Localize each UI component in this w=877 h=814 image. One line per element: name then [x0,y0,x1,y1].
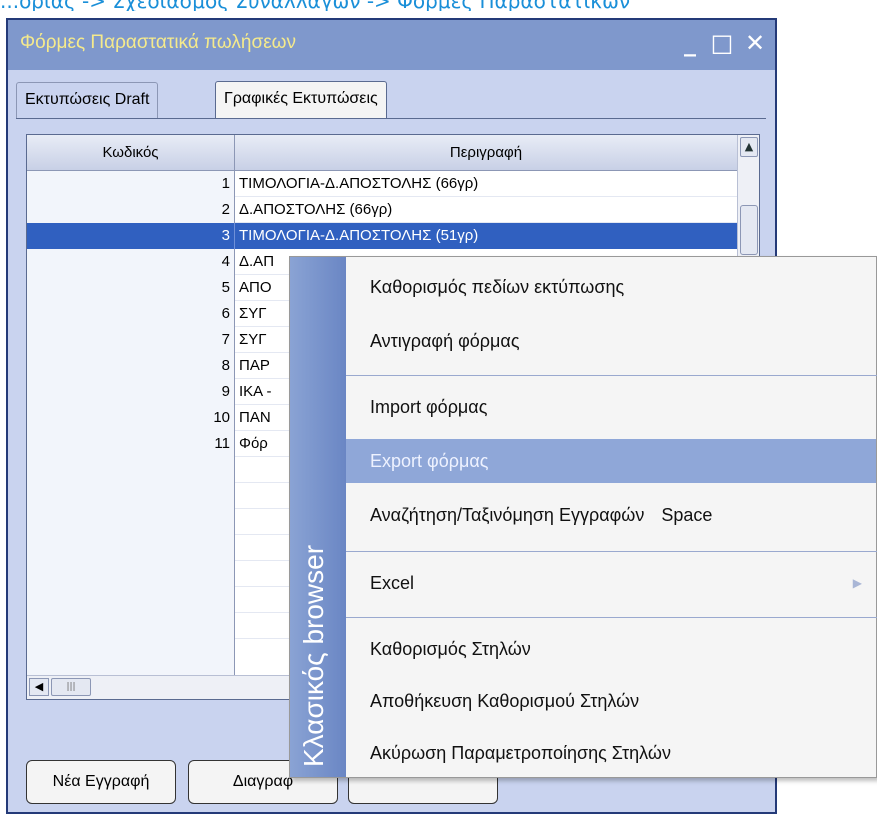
menu-separator [346,375,877,376]
row-code [27,535,235,561]
row-code: 1 [27,171,235,197]
menu-item-reset-columns[interactable]: Ακύρωση Παραμετροποίησης Στηλών [346,731,876,775]
row-code [27,561,235,587]
window-title: Φόρμες Παραστατικά πωλήσεων [20,32,297,53]
menu-item-label: Αποθήκευση Καθορισμού Στηλών [370,691,640,711]
minimize-button[interactable]: _ [676,28,704,58]
row-code [27,509,235,535]
row-code: 6 [27,301,235,327]
row-code: 8 [27,353,235,379]
table-row[interactable]: 1 ΤΙΜΟΛΟΓΙΑ-Δ.ΑΠΟΣΤΟΛΗΣ (66γρ) [27,171,737,197]
menu-item-excel[interactable]: Excel ▶ [346,561,876,605]
menu-item-copy-form[interactable]: Αντιγραφή φόρμας [346,319,876,363]
context-menu-strip-label: Κλασικός browser [298,544,329,767]
row-code: 5 [27,275,235,301]
menu-item-search-sort[interactable]: Αναζήτηση/Ταξινόμηση Εγγραφών Space [346,493,876,537]
row-code: 4 [27,249,235,275]
row-code [27,587,235,613]
menu-item-label: Αντιγραφή φόρμας [370,331,520,351]
menu-item-label: Αναζήτηση/Ταξινόμηση Εγγραφών [370,505,645,525]
new-record-label: Νέα Εγγραφή [52,773,150,790]
row-code: 11 [27,431,235,457]
context-menu: Κλασικός browser Καθορισμός πεδίων εκτύπ… [289,256,877,778]
scroll-thumb[interactable] [740,205,758,255]
scroll-up-icon[interactable]: ▲ [740,137,758,157]
new-record-button[interactable]: Νέα Εγγραφή [26,760,176,804]
row-description: Δ.ΑΠΟΣΤΟΛΗΣ (66γρ) [239,201,393,218]
menu-item-label: Excel [370,573,415,593]
tab-draft-prints[interactable]: Εκτυπώσεις Draft [16,82,159,118]
row-code: 3 [27,223,235,249]
row-code: 2 [27,197,235,223]
row-code [27,483,235,509]
delete-label: Διαγραφ [232,773,294,790]
submenu-arrow-icon: ▶ [852,576,862,590]
menu-item-save-columns[interactable]: Αποθήκευση Καθορισμού Στηλών [346,679,876,723]
menu-separator [346,551,877,552]
menu-item-label: Ακύρωση Παραμετροποίησης Στηλών [370,743,671,763]
maximize-button[interactable]: □ [708,28,736,58]
column-header-code[interactable]: Κωδικός [27,135,235,171]
tab-graphic-prints[interactable]: Γραφικές Εκτυπώσεις [215,81,387,119]
row-code: 7 [27,327,235,353]
menu-item-export-form[interactable]: Export φόρμας [346,439,876,483]
row-code [27,639,235,675]
row-code [27,457,235,483]
grid-header: Κωδικός Περιγραφή [27,135,737,171]
menu-item-label: Καθορισμός Στηλών [370,639,531,659]
row-code: 10 [27,405,235,431]
row-code [27,613,235,639]
column-header-description[interactable]: Περιγραφή [236,135,736,171]
context-menu-strip: Κλασικός browser [290,257,346,777]
row-description: ΤΙΜΟΛΟΓΙΑ-Δ.ΑΠΟΣΤΟΛΗΣ (51γρ) [239,227,479,244]
scroll-left-icon[interactable]: ◀ [29,678,49,696]
breadcrumb: ...ορίας -> Σχεδιασμός Συναλλαγών -> Φόρ… [0,0,877,11]
menu-item-label: Export φόρμας [370,451,489,471]
table-row[interactable]: 2 Δ.ΑΠΟΣΤΟΛΗΣ (66γρ) [27,197,737,223]
menu-separator [346,617,877,618]
menu-item-define-columns[interactable]: Καθορισμός Στηλών [346,627,876,671]
menu-item-shortcut: Space [661,505,713,525]
row-description: ΤΙΜΟΛΟΓΙΑ-Δ.ΑΠΟΣΤΟΛΗΣ (66γρ) [239,175,479,192]
table-row-selected[interactable]: 3 ΤΙΜΟΛΟΓΙΑ-Δ.ΑΠΟΣΤΟΛΗΣ (51γρ) [27,223,737,249]
row-code: 9 [27,379,235,405]
menu-item-import-form[interactable]: Import φόρμας [346,385,876,429]
menu-item-label: Καθορισμός πεδίων εκτύπωσης [370,277,625,297]
menu-item-label: Import φόρμας [370,397,488,417]
scroll-thumb-horizontal[interactable]: ||| [51,678,91,696]
title-bar[interactable]: Φόρμες Παραστατικά πωλήσεων _ □ ✕ [8,20,775,70]
menu-item-define-print-fields[interactable]: Καθορισμός πεδίων εκτύπωσης [346,265,876,309]
close-button[interactable]: ✕ [741,28,769,58]
